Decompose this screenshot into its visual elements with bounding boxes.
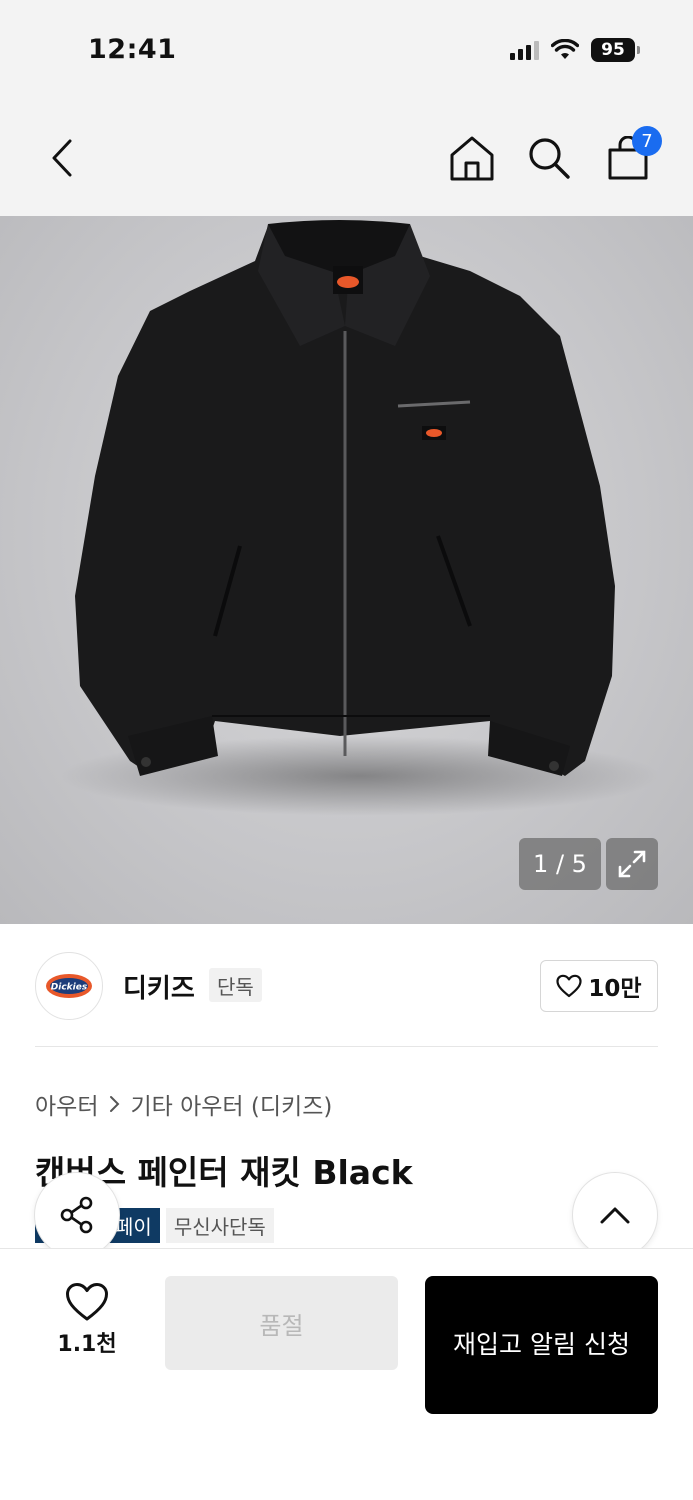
breadcrumb-category[interactable]: 아우터 — [35, 1087, 98, 1121]
logo-text: Dickies — [51, 983, 88, 993]
home-icon — [450, 136, 494, 181]
search-button[interactable] — [521, 130, 577, 186]
share-button[interactable] — [34, 1172, 120, 1258]
wishlist-button[interactable]: 1.1천 — [52, 1282, 122, 1358]
brand-name[interactable]: 디키즈 — [123, 968, 195, 1005]
battery-level: 95 — [601, 40, 625, 60]
brand-like-button[interactable]: 10만 — [540, 960, 658, 1012]
product-image[interactable] — [0, 216, 693, 924]
share-icon — [60, 1196, 93, 1234]
jacket-illustration — [60, 220, 660, 816]
cart-count-badge: 7 — [632, 126, 662, 156]
soldout-button: 품절 — [165, 1276, 398, 1370]
back-button[interactable] — [34, 130, 90, 186]
status-time: 12:41 — [88, 34, 177, 65]
wifi-icon — [551, 39, 579, 59]
image-counter: 1 / 5 — [519, 838, 601, 890]
tag-exclusive: 무신사단독 — [165, 1208, 274, 1243]
wishlist-count: 1.1천 — [57, 1332, 117, 1357]
section-divider — [35, 1046, 658, 1047]
brand-logo[interactable]: Dickies — [35, 952, 103, 1020]
heart-outline-icon — [66, 1283, 108, 1321]
battery-icon: 95 — [591, 38, 640, 62]
status-icons: 95 — [510, 38, 640, 62]
status-bar: 12:41 95 — [0, 0, 693, 100]
restock-alert-button[interactable]: 재입고 알림 신청 — [425, 1276, 658, 1414]
expand-icon — [618, 850, 646, 878]
chevron-right-icon — [110, 1096, 120, 1112]
back-chevron-icon — [52, 139, 72, 177]
home-button[interactable] — [444, 130, 500, 186]
cart-button[interactable]: 7 — [600, 126, 662, 186]
navigation-bar: 7 — [0, 100, 693, 216]
scroll-to-top-button[interactable] — [572, 1172, 658, 1258]
breadcrumb: 아우터 기타 아우터 (디키즈) — [35, 1087, 332, 1121]
heart-outline-icon — [556, 974, 583, 998]
brand-exclusive-badge: 단독 — [209, 968, 262, 1002]
search-icon — [529, 138, 570, 179]
brand-like-count: 10만 — [588, 976, 642, 1002]
chevron-up-icon — [600, 1207, 630, 1224]
cellular-signal-icon — [510, 40, 539, 60]
expand-image-button[interactable] — [606, 838, 658, 890]
breadcrumb-subcategory[interactable]: 기타 아우터 (디키즈) — [130, 1087, 332, 1121]
dickies-logo: Dickies — [46, 974, 92, 998]
